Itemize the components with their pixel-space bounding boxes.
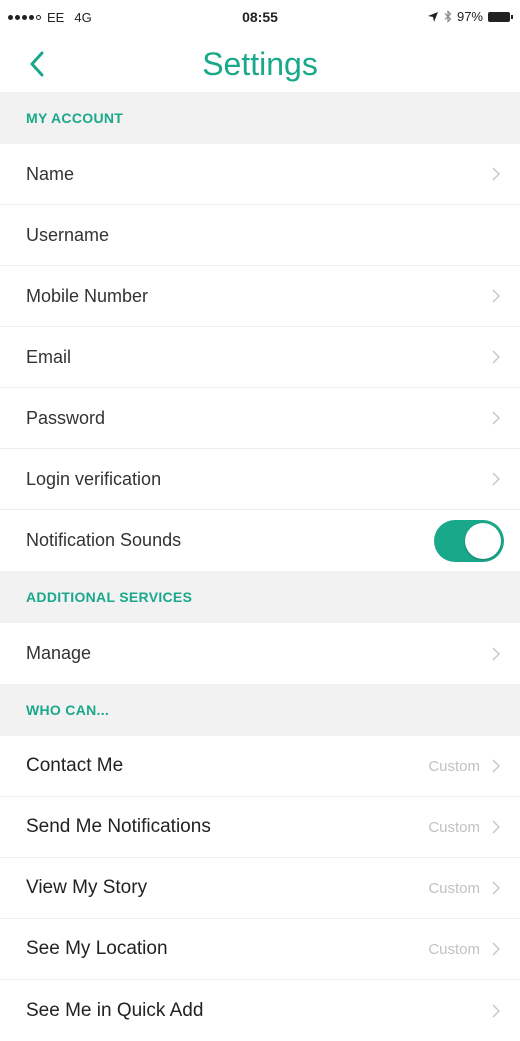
settings-row-see-me-in-quick-add[interactable]: See Me in Quick Add <box>0 980 520 1041</box>
bluetooth-icon <box>444 10 452 23</box>
settings-row-contact-me[interactable]: Contact Me Custom <box>0 736 520 797</box>
navigation-bar: Settings <box>0 34 520 92</box>
row-value: Custom <box>428 940 480 958</box>
toggle-knob <box>465 522 501 559</box>
chevron-right-icon <box>490 409 502 427</box>
section-header-my-account: MY ACCOUNT <box>0 92 520 144</box>
row-label: See My Location <box>26 938 168 959</box>
chevron-right-icon <box>490 470 502 488</box>
row-label: Notification Sounds <box>26 530 182 550</box>
status-right: 97% <box>427 9 513 24</box>
row-label: Email <box>26 346 72 367</box>
settings-row-see-my-location[interactable]: See My Location Custom <box>0 919 520 980</box>
chevron-right-icon <box>490 165 502 183</box>
page-title: Settings <box>202 46 318 82</box>
row-value: Custom <box>428 879 480 897</box>
chevron-right-icon <box>490 940 502 958</box>
settings-row-login-verification[interactable]: Login verification <box>0 449 520 510</box>
chevron-right-icon <box>490 879 502 897</box>
section-header-who-can: WHO CAN... <box>0 684 520 736</box>
row-label: Contact Me <box>26 755 124 776</box>
status-bar: EE 4G 08:55 97% <box>0 0 520 34</box>
chevron-right-icon <box>490 818 502 836</box>
row-label: Username <box>26 224 110 245</box>
battery-percent: 97% <box>456 9 483 24</box>
location-arrow-icon <box>427 11 438 22</box>
row-label: Manage <box>26 643 92 663</box>
settings-row-password[interactable]: Password <box>0 388 520 449</box>
settings-row-mobile-number[interactable]: Mobile Number <box>0 266 520 327</box>
settings-row-name[interactable]: Name <box>0 144 520 205</box>
battery-icon <box>488 11 513 22</box>
chevron-right-icon <box>490 757 502 775</box>
settings-row-manage[interactable]: Manage <box>0 623 520 684</box>
settings-row-notification-sounds: Notification Sounds <box>0 510 520 571</box>
chevron-right-icon <box>490 1002 502 1020</box>
row-value: Custom <box>428 757 480 775</box>
settings-row-email[interactable]: Email <box>0 327 520 388</box>
chevron-right-icon <box>490 645 502 663</box>
section-header-additional-services: ADDITIONAL SERVICES <box>0 571 520 623</box>
row-label: Login verification <box>26 468 162 489</box>
row-label: View My Story <box>26 877 148 898</box>
settings-row-username[interactable]: Username <box>0 205 520 266</box>
row-value: Custom <box>428 818 480 836</box>
settings-list: MY ACCOUNT Name Username Mobile Number E… <box>0 92 520 1041</box>
row-label: See Me in Quick Add <box>26 999 204 1021</box>
row-label: Password <box>26 407 106 428</box>
settings-row-view-my-story[interactable]: View My Story Custom <box>0 858 520 919</box>
row-label: Send Me Notifications <box>26 816 211 837</box>
chevron-right-icon <box>490 287 502 305</box>
chevron-right-icon <box>490 348 502 366</box>
row-label: Name <box>26 163 75 184</box>
settings-row-send-me-notifications[interactable]: Send Me Notifications Custom <box>0 797 520 858</box>
notification-sounds-toggle[interactable] <box>434 519 504 562</box>
row-label: Mobile Number <box>26 285 149 306</box>
